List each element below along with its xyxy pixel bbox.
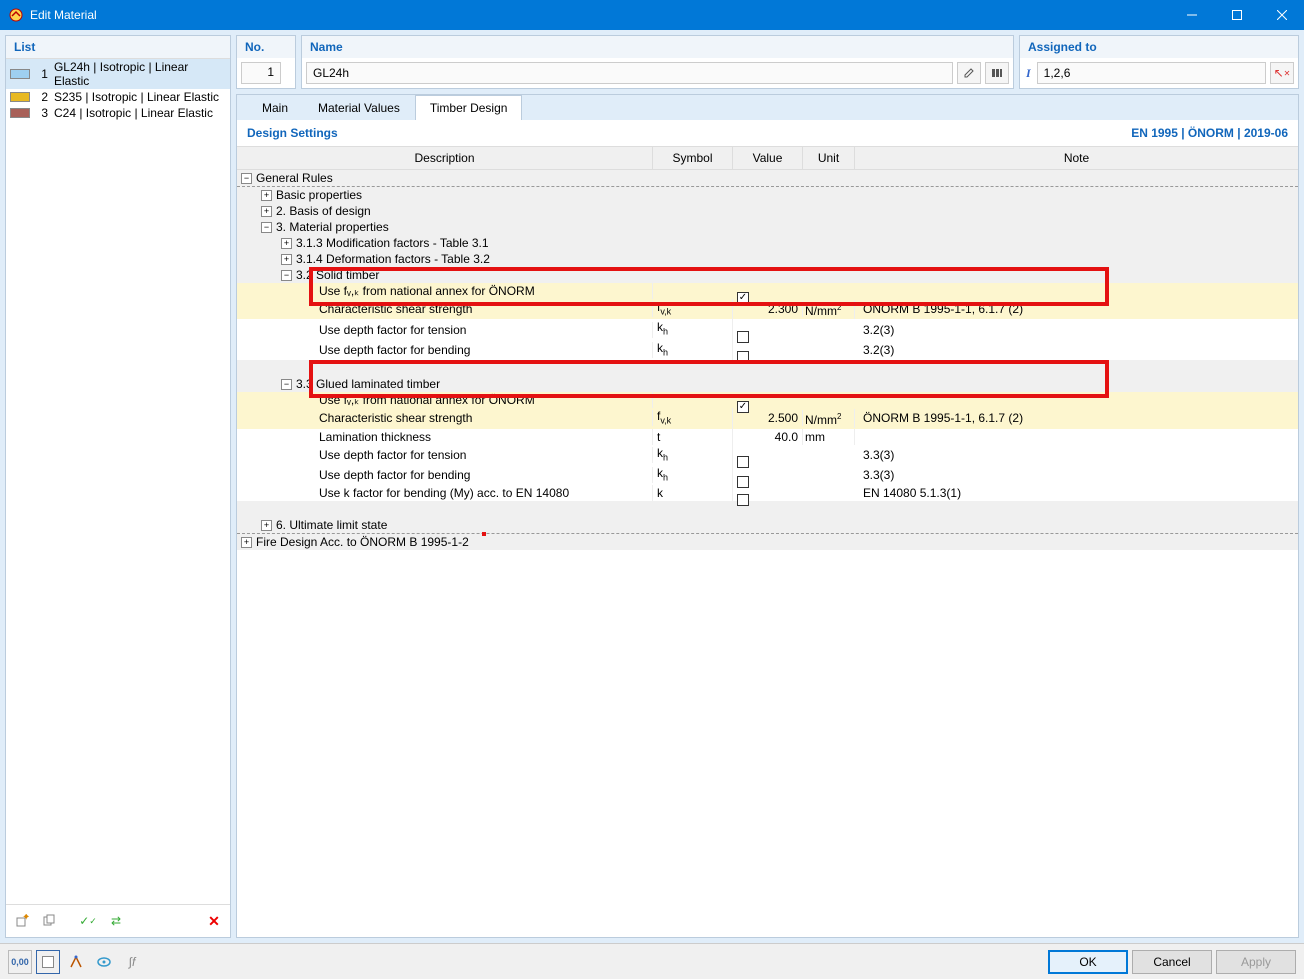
units-button[interactable]: 0,00	[8, 950, 32, 974]
minimize-button[interactable]	[1169, 0, 1214, 30]
checkbox[interactable]	[737, 331, 749, 343]
expand-icon[interactable]: +	[261, 206, 272, 217]
assigned-field-block: Assigned to I ↖✕	[1019, 35, 1299, 89]
member-icon: I	[1026, 66, 1031, 81]
window-title: Edit Material	[30, 8, 1169, 22]
svg-text:✦: ✦	[22, 914, 29, 923]
expand-icon[interactable]: +	[241, 537, 252, 548]
collapse-icon[interactable]: −	[281, 270, 292, 281]
checkbox[interactable]	[737, 351, 749, 363]
checkbox[interactable]	[737, 476, 749, 488]
list-item[interactable]: 3 C24 | Isotropic | Linear Elastic	[6, 105, 230, 121]
name-field-block: Name	[301, 35, 1014, 89]
list-header: List	[6, 36, 230, 59]
color-swatch	[10, 92, 30, 102]
expand-icon[interactable]: +	[281, 254, 292, 265]
expand-icon[interactable]: +	[261, 520, 272, 531]
checkbox[interactable]	[737, 494, 749, 506]
expand-icon[interactable]: +	[261, 190, 272, 201]
ok-button[interactable]: OK	[1048, 950, 1128, 974]
table-header: Description Symbol Value Unit Note	[237, 146, 1298, 170]
assigned-input[interactable]	[1037, 62, 1266, 84]
design-standard: EN 1995 | ÖNORM | 2019-06	[1131, 126, 1288, 140]
collapse-icon[interactable]: −	[261, 222, 272, 233]
apply-button[interactable]: Apply	[1216, 950, 1296, 974]
app-icon	[8, 7, 24, 23]
color-swatch	[10, 108, 30, 118]
info-button[interactable]	[92, 950, 116, 974]
dialog-footer: 0,00 ∫f OK Cancel Apply	[0, 943, 1304, 979]
number-field-block: No. 1	[236, 35, 296, 89]
titlebar: Edit Material	[0, 0, 1304, 30]
new-item-button[interactable]: ✦	[10, 909, 34, 933]
list-item[interactable]: 2 S235 | Isotropic | Linear Elastic	[6, 89, 230, 105]
collapse-icon[interactable]: −	[281, 379, 292, 390]
swap-button[interactable]: ⇄	[104, 909, 128, 933]
property-tree[interactable]: − General Rules + Basic properties + 2. …	[237, 170, 1298, 937]
member-button[interactable]	[64, 950, 88, 974]
details-panel: No. 1 Name Assigned to I ↖✕	[236, 35, 1299, 938]
tab-material-values[interactable]: Material Values	[303, 95, 415, 120]
cancel-button[interactable]: Cancel	[1132, 950, 1212, 974]
delete-button[interactable]: ✕	[202, 909, 226, 933]
tabs: Main Material Values Timber Design	[237, 95, 1298, 120]
library-button[interactable]	[985, 62, 1009, 84]
expand-icon[interactable]: +	[281, 238, 292, 249]
materials-list[interactable]: 1 GL24h | Isotropic | Linear Elastic 2 S…	[6, 59, 230, 904]
tab-main[interactable]: Main	[247, 95, 303, 120]
close-button[interactable]	[1259, 0, 1304, 30]
number-field[interactable]: 1	[241, 62, 281, 84]
list-toolbar: ✦ ✓✓ ⇄ ✕	[6, 904, 230, 937]
checkbox[interactable]	[737, 456, 749, 468]
check-all-button[interactable]: ✓✓	[76, 909, 100, 933]
materials-list-panel: List 1 GL24h | Isotropic | Linear Elasti…	[5, 35, 231, 938]
name-input[interactable]	[306, 62, 953, 84]
function-button[interactable]: ∫f	[120, 950, 144, 974]
color-swatch	[10, 69, 30, 79]
design-settings-title: Design Settings	[247, 126, 338, 140]
color-button[interactable]	[36, 950, 60, 974]
tab-timber-design[interactable]: Timber Design	[415, 95, 523, 120]
collapse-icon[interactable]: −	[241, 173, 252, 184]
list-item[interactable]: 1 GL24h | Isotropic | Linear Elastic	[6, 59, 230, 89]
pick-button[interactable]: ↖✕	[1270, 62, 1294, 84]
maximize-button[interactable]	[1214, 0, 1259, 30]
copy-item-button[interactable]	[38, 909, 62, 933]
edit-name-button[interactable]	[957, 62, 981, 84]
